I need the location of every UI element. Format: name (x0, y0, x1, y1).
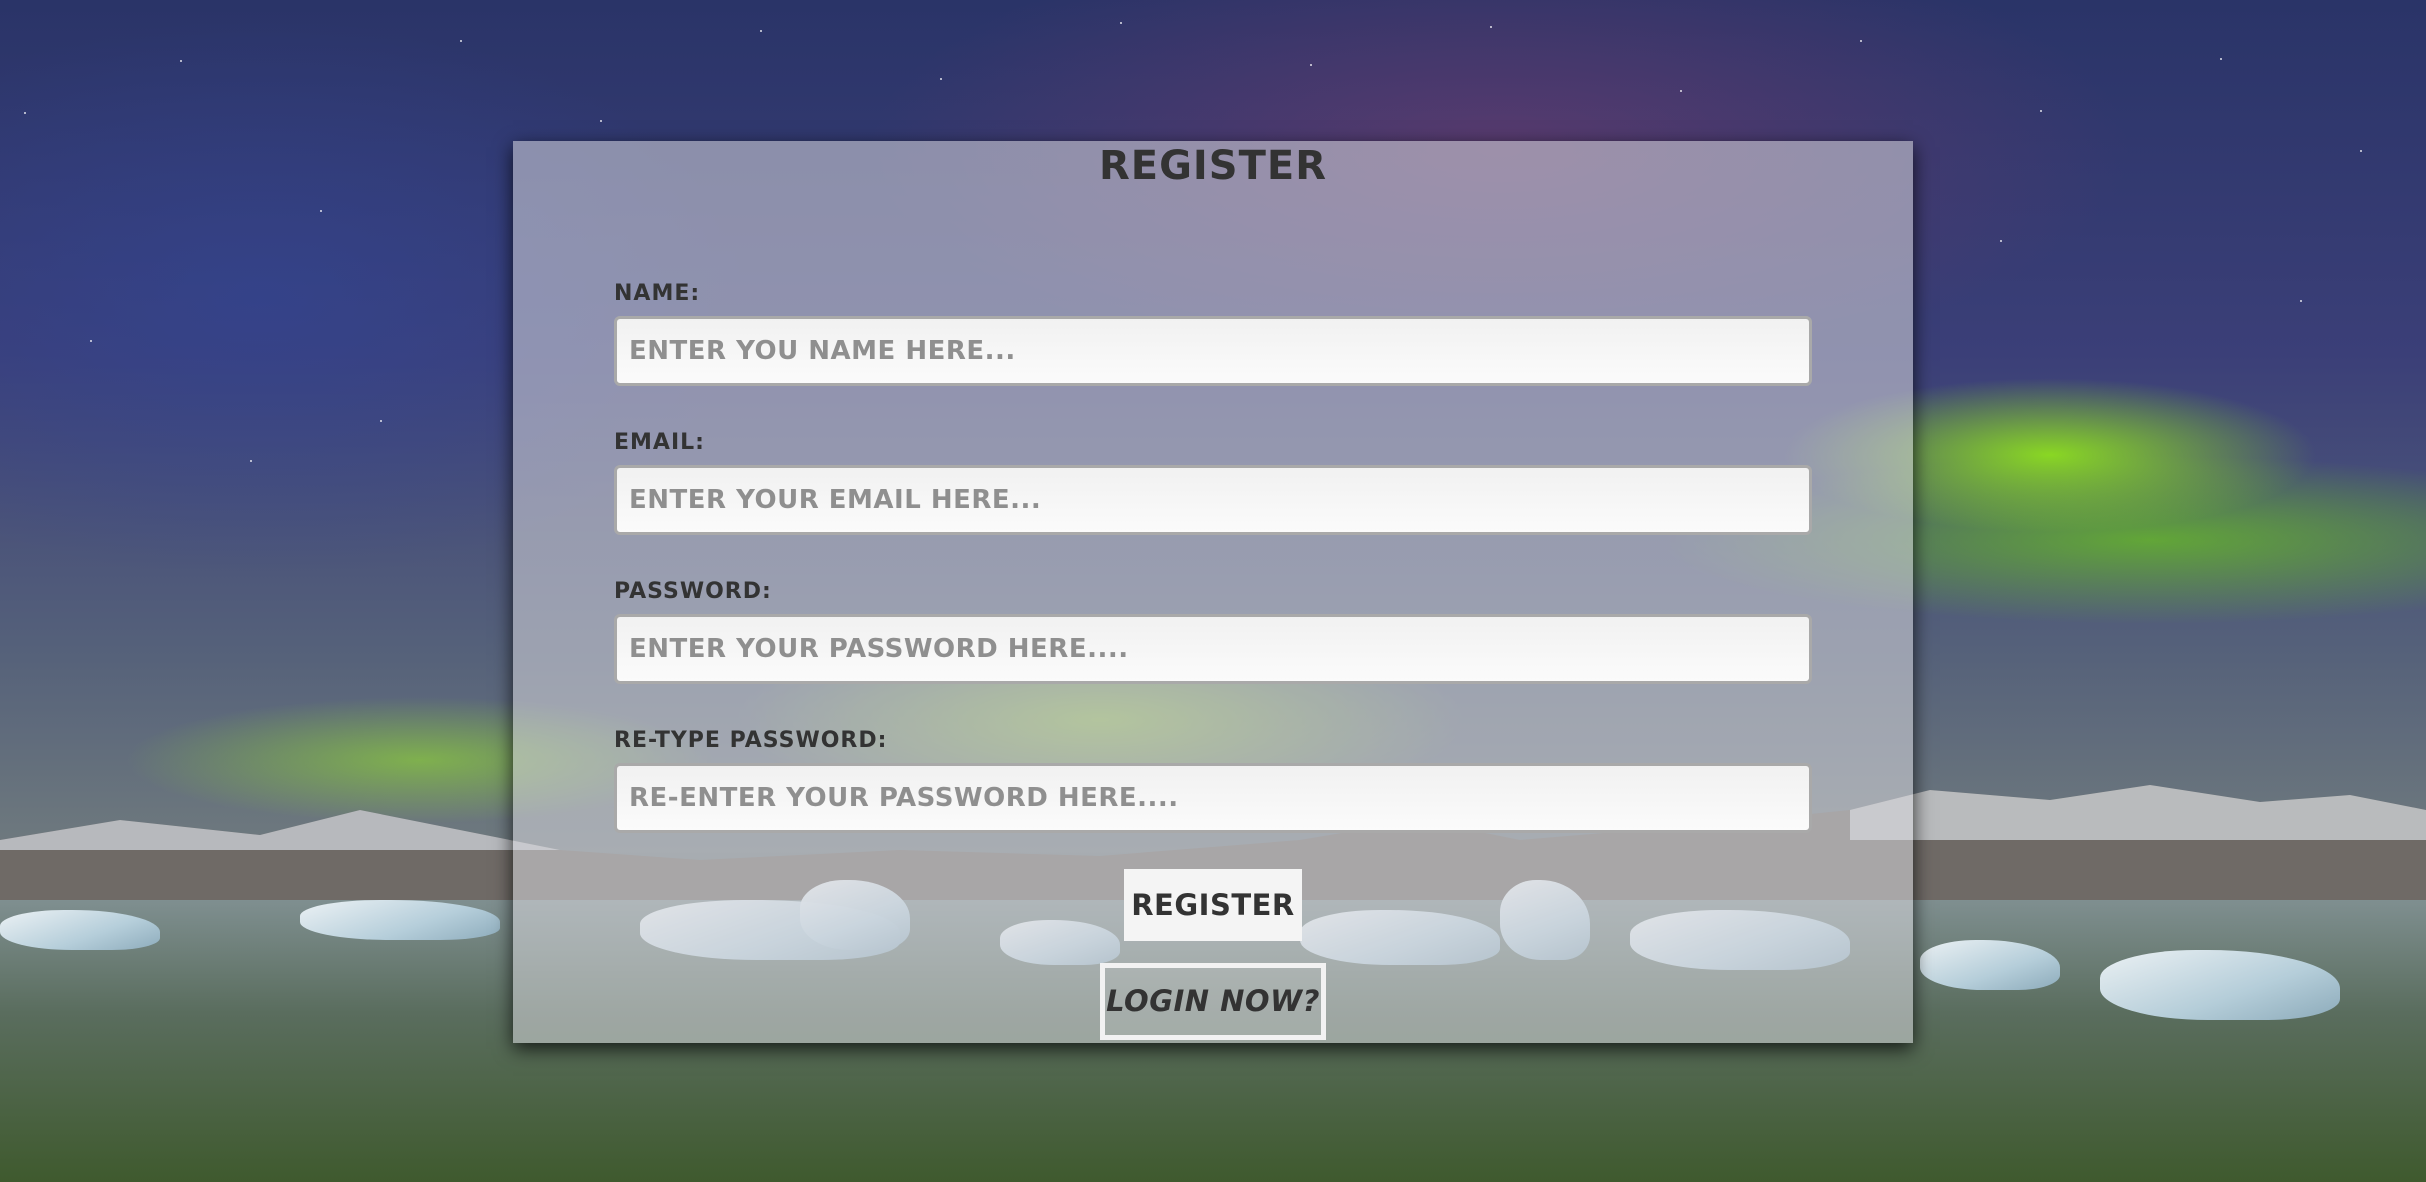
star (1310, 64, 1312, 66)
star (1680, 90, 1682, 92)
login-now-link[interactable]: LOGIN NOW? (1100, 963, 1326, 1040)
iceberg (300, 900, 500, 940)
email-label: EMAIL: (614, 430, 705, 455)
star (760, 30, 762, 32)
star (380, 420, 382, 422)
retype-password-field[interactable] (614, 763, 1812, 833)
star (90, 340, 92, 342)
star (2040, 110, 2042, 112)
star (940, 78, 942, 80)
email-field[interactable] (614, 465, 1812, 535)
star (2000, 240, 2002, 242)
star (320, 210, 322, 212)
star (24, 112, 26, 114)
star (250, 460, 252, 462)
star (2300, 300, 2302, 302)
page-title: REGISTER (1098, 143, 1328, 189)
register-button[interactable]: REGISTER (1124, 869, 1302, 941)
star (2360, 150, 2362, 152)
star (1120, 22, 1122, 24)
star (600, 120, 602, 122)
star (460, 40, 462, 42)
password-field[interactable] (614, 614, 1812, 684)
star (180, 60, 182, 62)
register-panel: REGISTER NAME: EMAIL: PASSWORD: RE-TYPE … (513, 141, 1913, 1043)
star (1490, 26, 1492, 28)
star (1860, 40, 1862, 42)
iceberg (0, 910, 160, 950)
name-label: NAME: (614, 281, 701, 306)
retype-password-label: RE-TYPE PASSWORD: (614, 728, 888, 753)
star (2220, 58, 2222, 60)
name-field[interactable] (614, 316, 1812, 386)
password-label: PASSWORD: (614, 579, 772, 604)
